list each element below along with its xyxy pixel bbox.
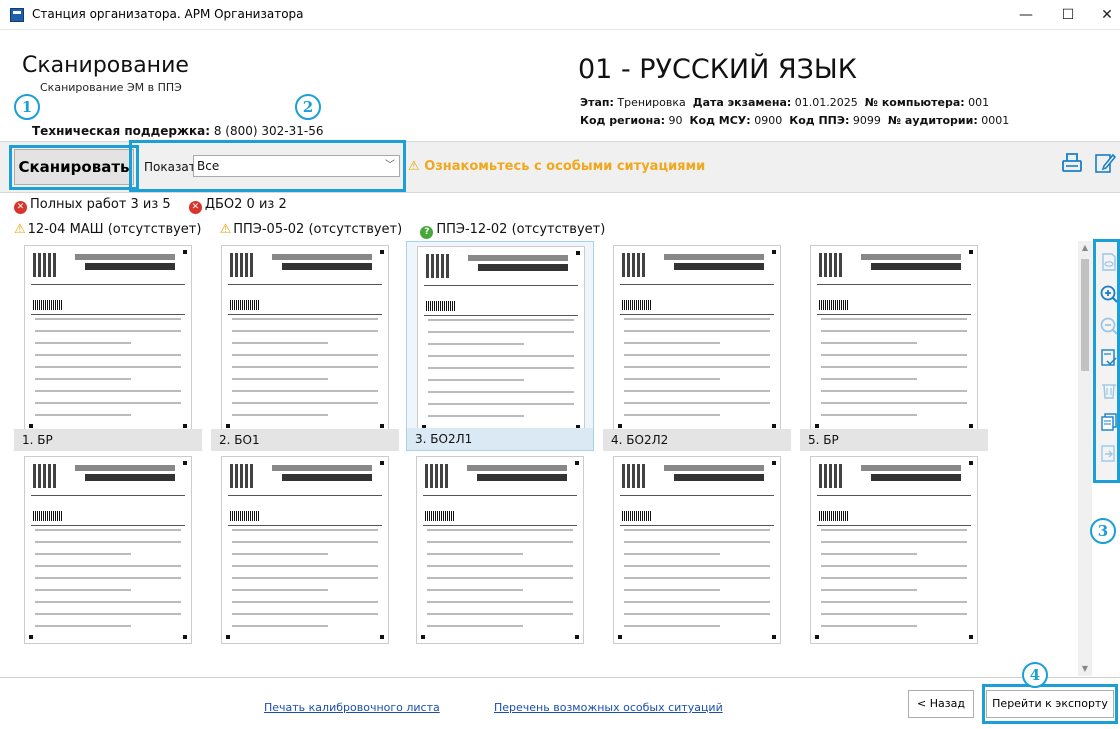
scan-thumbnail[interactable]: [14, 452, 202, 662]
region-code-label: Код региона:: [580, 114, 666, 127]
show-filter-select[interactable]: Все ﹀: [193, 155, 400, 177]
scan-thumbnail[interactable]: [211, 452, 399, 662]
thumbnail-label: 4. БО2Л2: [603, 429, 791, 451]
scroll-down-icon[interactable]: ▼: [1078, 662, 1092, 676]
scan-thumbnail[interactable]: [406, 452, 594, 662]
page-tools-strip: [1096, 241, 1120, 483]
computer-number-value: 001: [968, 96, 990, 109]
move-page-icon[interactable]: [1100, 445, 1118, 465]
scanned-form-image: [221, 456, 389, 644]
scanned-form-image: [24, 245, 192, 433]
warning-icon: ⚠: [219, 222, 232, 237]
ppe-code-label: Код ППЭ:: [789, 114, 850, 127]
scanned-form-image: [613, 456, 781, 644]
exam-title: 01 - РУССКИЙ ЯЗЫК: [578, 54, 857, 85]
go-to-export-button[interactable]: Перейти к экспорту: [986, 690, 1114, 718]
close-button[interactable]: ✕: [1092, 4, 1120, 26]
computer-number-label: № компьютера:: [864, 96, 965, 109]
back-button[interactable]: < Назад: [908, 690, 974, 718]
room-number-value: 0001: [981, 114, 1010, 127]
help-icon: ?: [420, 226, 434, 239]
window-title: Станция организатора. АРМ Организатора: [32, 7, 304, 21]
callout-badge-4: 4: [1022, 662, 1048, 688]
support-info: Техническая поддержка: 8 (800) 302-31-56: [32, 124, 323, 138]
callout-badge-1: 1: [14, 94, 40, 120]
thumbnail-gallery: 1. БР 2. БО1 3. БО2Л1 4. БО2Л2 5. БР: [10, 241, 1078, 676]
special-situations-warning-text: Ознакомьтесь с особыми ситуациями: [424, 159, 706, 174]
scan-thumbnail[interactable]: 4. БО2Л2: [603, 241, 791, 451]
trash-icon[interactable]: [1100, 381, 1118, 401]
scan-thumbnail[interactable]: 5. БР: [800, 241, 988, 451]
maximize-button[interactable]: ☐: [1053, 4, 1083, 26]
edit-icon[interactable]: [1092, 151, 1118, 179]
thumbnail-label: 2. БО1: [211, 429, 399, 451]
scanned-form-image: [221, 245, 389, 433]
copy-pages-icon[interactable]: [1100, 413, 1118, 433]
scanned-form-image: [416, 456, 584, 644]
scanned-form-image: [24, 456, 192, 644]
zoom-out-icon[interactable]: [1100, 317, 1118, 337]
gallery-scrollbar[interactable]: ▲ ▼: [1078, 241, 1092, 676]
check-list-icon[interactable]: [1100, 349, 1118, 369]
special-situations-warning[interactable]: ⚠ Ознакомьтесь с особыми ситуациями: [408, 159, 705, 174]
scan-thumbnail[interactable]: 2. БО1: [211, 241, 399, 451]
error-icon: ✕: [14, 201, 27, 214]
callout-badge-3: 3: [1090, 518, 1116, 544]
zoom-in-icon[interactable]: [1100, 285, 1118, 305]
title-bar: Станция организатора. АРМ Организатора —…: [0, 0, 1120, 30]
exam-date-label: Дата экзамена:: [692, 96, 792, 109]
thumbnail-label: 3. БО2Л1: [407, 428, 593, 450]
region-code-value: 90: [668, 114, 683, 127]
scan-thumbnail[interactable]: 3. БО2Л1: [406, 241, 594, 451]
absent-form-3: ППЭ-12-02 (отсутствует): [436, 222, 606, 237]
chevron-down-icon: ﹀: [385, 160, 395, 171]
page-title: Сканирование: [22, 53, 189, 78]
msu-code-value: 0900: [754, 114, 783, 127]
scanned-form-image: [417, 246, 585, 434]
support-phone: 8 (800) 302-31-56: [213, 124, 324, 138]
scanned-form-image: [810, 245, 978, 433]
callout-badge-2: 2: [295, 94, 321, 120]
scanned-form-image: [613, 245, 781, 433]
absent-form-2: ППЭ-05-02 (отсутствует): [233, 222, 403, 237]
scan-thumbnail[interactable]: [603, 452, 791, 662]
special-situations-link[interactable]: Перечень возможных особых ситуаций: [494, 701, 723, 714]
status-row-counts: ✕ Полных работ 3 из 5 ✕ ДБО2 0 из 2: [14, 197, 287, 214]
scanner-icon[interactable]: [1059, 151, 1085, 179]
stage-label: Этап:: [580, 96, 614, 109]
exam-date-value: 01.01.2025: [794, 96, 858, 109]
scroll-up-icon[interactable]: ▲: [1078, 241, 1092, 255]
page-subtitle: Сканирование ЭМ в ППЭ: [40, 81, 182, 94]
exam-meta-row-1: Этап: Тренировка Дата экзамена: 01.01.20…: [580, 96, 989, 109]
error-icon: ✕: [188, 201, 202, 214]
app-icon: [10, 8, 24, 22]
status-row-absent: ⚠ 12-04 МАШ (отсутствует) ⚠ ППЭ-05-02 (отс…: [14, 222, 605, 239]
room-number-label: № аудитории:: [887, 114, 978, 127]
scan-thumbnail[interactable]: [800, 452, 988, 662]
thumbnail-label: 5. БР: [800, 429, 988, 451]
scan-button[interactable]: Сканировать: [14, 149, 134, 185]
view-page-icon[interactable]: [1100, 253, 1118, 273]
show-filter-value: Все: [197, 159, 220, 173]
exam-meta-row-2: Код региона: 90 Код МСУ: 0900 Код ППЭ: 9…: [580, 114, 1009, 127]
full-works-status: Полных работ 3 из 5: [30, 197, 171, 212]
minimize-button[interactable]: —: [1011, 4, 1041, 26]
scan-thumbnail[interactable]: 1. БР: [14, 241, 202, 451]
scanned-form-image: [810, 456, 978, 644]
scrollbar-thumb[interactable]: [1081, 259, 1089, 371]
stage-value: Тренировка: [617, 96, 686, 109]
support-label: Техническая поддержка:: [32, 124, 211, 138]
absent-form-1: 12-04 МАШ (отсутствует): [27, 222, 202, 237]
dbo2-status: ДБО2 0 из 2: [204, 197, 287, 212]
ppe-code-value: 9099: [852, 114, 881, 127]
print-calibration-link[interactable]: Печать калибровочного листа: [264, 701, 440, 714]
msu-code-label: Код МСУ:: [689, 114, 751, 127]
thumbnail-label: 1. БР: [14, 429, 202, 451]
warning-icon: ⚠: [14, 222, 26, 237]
warning-icon: ⚠: [408, 159, 420, 174]
